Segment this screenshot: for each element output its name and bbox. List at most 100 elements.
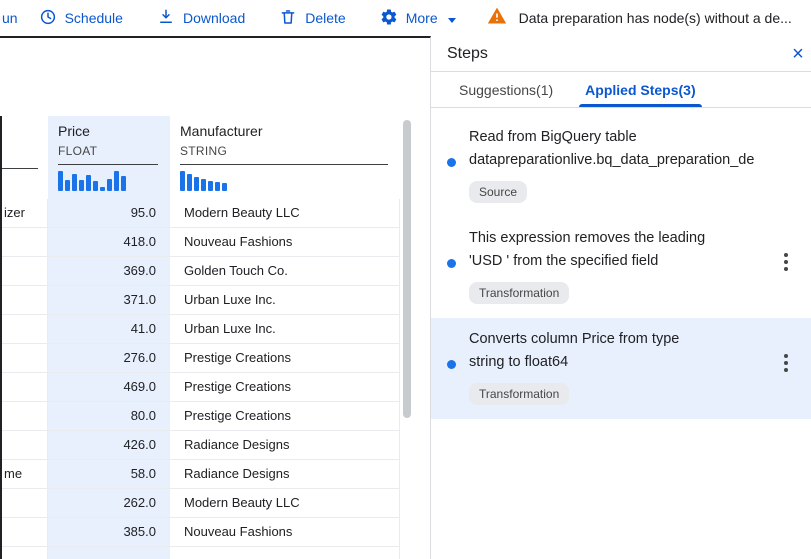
cell-partial [2,518,48,547]
app-window: un Schedule Download Delete More [0,0,811,559]
step-dot-column [447,328,469,405]
delete-label: Delete [305,10,345,26]
cell-price[interactable]: 369.0 [48,257,170,286]
close-icon[interactable]: × [787,44,809,64]
cell-price[interactable]: 80.0 [48,402,170,431]
warning-icon [487,6,507,31]
step-dot-icon [447,158,456,167]
cell-price[interactable]: 385.0 [48,518,170,547]
steps-list: Read from BigQuery table datapreparation… [431,108,811,419]
histogram-bar [222,183,227,191]
applied-step-item[interactable]: Converts column Price from type string t… [431,318,811,419]
table-row[interactable]: 80.0 Prestige Creations [2,402,400,431]
tab-suggestions[interactable]: Suggestions(1) [443,72,569,107]
step-text-line1: Converts column Price from type [469,328,769,351]
step-text-line2: datapreparationlive.bq_data_preparation_… [469,149,769,172]
download-button[interactable]: Download [140,0,262,36]
cell-partial [2,315,48,344]
column-type: FLOAT [58,142,158,160]
schedule-label: Schedule [65,10,123,26]
table-row[interactable]: 371.0 Urban Luxe Inc. [2,286,400,315]
vertical-scrollbar[interactable] [403,120,411,418]
cell-price[interactable]: 469.0 [48,373,170,402]
steps-panel-header: Steps × [431,36,811,72]
cell-manufacturer[interactable]: Nouveau Fashions [170,228,400,257]
table-row[interactable]: me 58.0 Radiance Designs [2,460,400,489]
step-menu-button[interactable] [769,227,803,304]
cell-partial [2,402,48,431]
cell-price[interactable]: 426.0 [48,431,170,460]
tab-applied-steps[interactable]: Applied Steps(3) [569,72,711,107]
step-menu-button[interactable] [769,328,803,405]
cell-partial [2,286,48,315]
cell-price[interactable] [48,547,170,559]
histogram-bar [180,171,185,191]
cell-price[interactable]: 95.0 [48,199,170,228]
run-button-partial[interactable]: un [2,10,22,26]
table-row[interactable]: 469.0 Prestige Creations [2,373,400,402]
cell-partial: izer [2,199,48,228]
main-area: Price FLOAT Manufacturer STRING ize [0,36,811,559]
cell-manufacturer[interactable]: Urban Luxe Inc. [170,286,400,315]
cell-partial [2,344,48,373]
column-type: STRING [180,142,388,160]
cell-manufacturer[interactable]: Radiance Designs [170,431,400,460]
column-header-manufacturer[interactable]: Manufacturer STRING [170,116,400,199]
cell-price[interactable]: 371.0 [48,286,170,315]
price-histogram [48,165,170,199]
cell-manufacturer[interactable]: Prestige Creations [170,373,400,402]
histogram-bar [187,174,192,191]
histogram-bar [86,175,91,191]
cell-price[interactable]: 41.0 [48,315,170,344]
table-row[interactable]: 369.0 Golden Touch Co. [2,257,400,286]
cell-manufacturer[interactable]: Modern Beauty LLC [170,199,400,228]
cell-partial [2,489,48,518]
cell-price[interactable]: 58.0 [48,460,170,489]
table-row[interactable]: 385.0 Nouveau Fashions [2,518,400,547]
cell-manufacturer[interactable]: Modern Beauty LLC [170,489,400,518]
applied-step-item[interactable]: Read from BigQuery table datapreparation… [431,116,811,217]
step-dot-icon [447,360,456,369]
cell-manufacturer[interactable]: Prestige Creations [170,402,400,431]
download-icon [157,8,175,29]
cell-manufacturer[interactable]: Radiance Designs [170,460,400,489]
table-row[interactable]: 41.0 Urban Luxe Inc. [2,315,400,344]
table-row[interactable]: 262.0 Modern Beauty LLC [2,489,400,518]
data-grid-panel: Price FLOAT Manufacturer STRING ize [0,36,431,559]
table-row[interactable]: 276.0 Prestige Creations [2,344,400,373]
cell-partial [2,373,48,402]
column-name: Price [58,120,158,142]
step-text-line1: This expression removes the leading [469,227,769,250]
step-type-badge: Source [469,181,527,203]
cell-partial [2,228,48,257]
cell-price[interactable]: 262.0 [48,489,170,518]
more-button[interactable]: More [363,0,473,36]
table-row[interactable]: izer 95.0 Modern Beauty LLC [2,199,400,228]
steps-tabs: Suggestions(1) Applied Steps(3) [431,72,811,108]
delete-button[interactable]: Delete [262,0,362,36]
cell-partial: me [2,460,48,489]
download-label: Download [183,10,245,26]
table-row[interactable]: 426.0 Radiance Designs [2,431,400,460]
gear-icon [380,8,398,29]
cell-manufacturer[interactable]: Prestige Creations [170,344,400,373]
table-body: izer 95.0 Modern Beauty LLC 418.0 Nouvea… [2,199,400,559]
column-header-price[interactable]: Price FLOAT [48,116,170,199]
cell-manufacturer[interactable]: Nouveau Fashions [170,518,400,547]
table-row[interactable]: 418.0 Nouveau Fashions [2,228,400,257]
step-dot-column [447,126,469,203]
step-dot-icon [447,259,456,268]
table-row[interactable] [2,547,400,559]
applied-step-item[interactable]: This expression removes the leading 'USD… [431,217,811,318]
schedule-button[interactable]: Schedule [22,0,140,36]
cell-manufacturer[interactable]: Golden Touch Co. [170,257,400,286]
cell-manufacturer[interactable]: Urban Luxe Inc. [170,315,400,344]
step-content: Converts column Price from type string t… [469,328,769,405]
cell-price[interactable]: 418.0 [48,228,170,257]
histogram-bar [65,180,70,191]
cell-price[interactable]: 276.0 [48,344,170,373]
chevron-down-icon [448,10,456,26]
histogram-bar [215,182,220,191]
histogram-bar [93,181,98,191]
cell-manufacturer[interactable] [170,547,400,559]
